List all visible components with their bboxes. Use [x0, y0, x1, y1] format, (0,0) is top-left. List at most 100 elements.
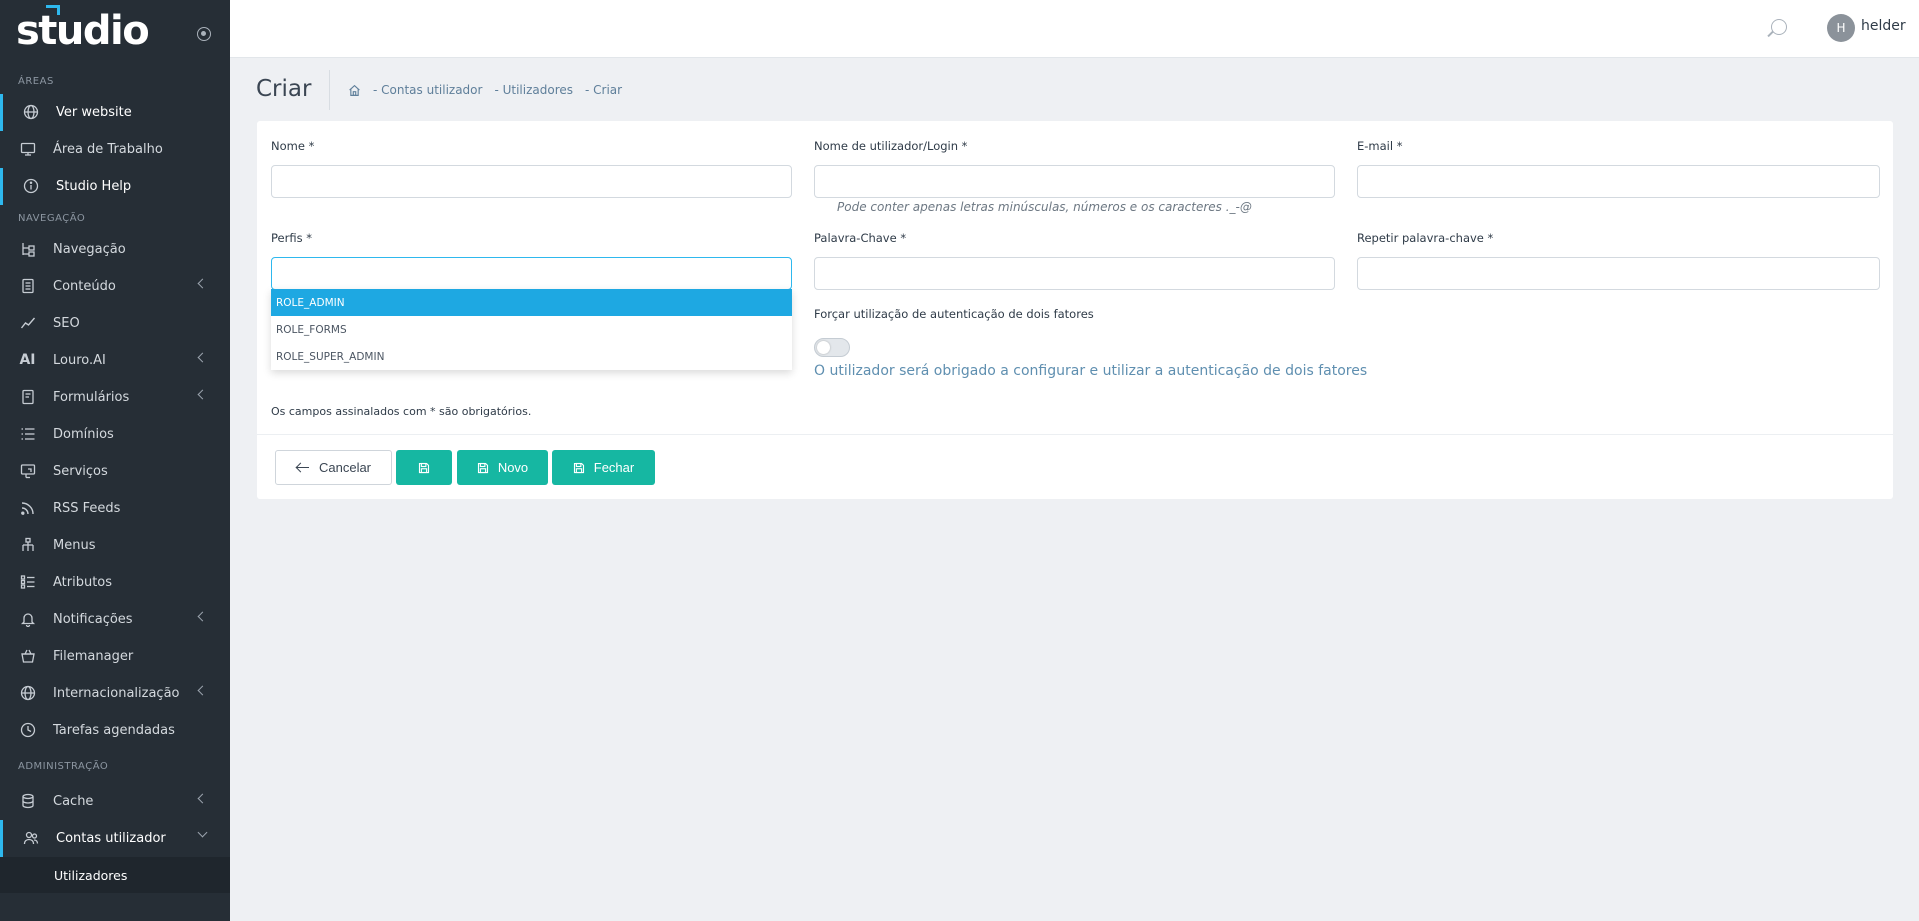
sidebar-toggle-icon[interactable]: [197, 27, 211, 41]
sidebar-item-area-de-trabalho[interactable]: Área de Trabalho: [0, 131, 230, 168]
services-icon: [19, 463, 36, 480]
save-button[interactable]: [396, 450, 452, 485]
sidebar-item-servicos[interactable]: Serviços: [0, 453, 230, 490]
breadcrumb: - Contas utilizador - Utilizadores - Cri…: [348, 83, 634, 97]
document-icon: [19, 278, 36, 295]
breadcrumb-item-contas-utilizador[interactable]: - Contas utilizador: [373, 83, 482, 97]
login-field[interactable]: [814, 165, 1335, 198]
sidebar-item-dominios[interactable]: Domínios: [0, 416, 230, 453]
brand-logo[interactable]: studio: [16, 8, 150, 54]
profiles-dropdown: ROLE_ADMIN ROLE_FORMS ROLE_SUPER_ADMIN: [271, 289, 792, 370]
profile-option-role-admin[interactable]: ROLE_ADMIN: [271, 289, 792, 316]
email-label: E-mail *: [1357, 139, 1403, 153]
rss-icon: [19, 500, 36, 517]
cancel-button[interactable]: Cancelar: [275, 450, 392, 485]
sidebar-item-filemanager[interactable]: Filemanager: [0, 638, 230, 675]
basket-icon: [19, 648, 36, 665]
sidebar-item-notificacoes[interactable]: Notificações: [0, 601, 230, 638]
list-icon: [19, 426, 36, 443]
sidebar-item-label: Atributos: [53, 575, 113, 590]
sidebar-item-label: Cache: [53, 794, 94, 809]
profile-option-role-forms[interactable]: ROLE_FORMS: [271, 316, 792, 343]
chevron-left-icon: [197, 611, 208, 622]
sidebar-item-seo[interactable]: SEO: [0, 305, 230, 342]
create-user-form: Nome * Nome de utilizador/Login * Pode c…: [257, 121, 1893, 499]
email-field[interactable]: [1357, 165, 1880, 198]
sidebar-item-studio-help[interactable]: Studio Help: [0, 168, 230, 205]
save-icon: [418, 462, 430, 474]
sidebar-item-label: Louro.AI: [53, 353, 106, 368]
sidebar-item-atributos[interactable]: Atributos: [0, 564, 230, 601]
sidebar-item-contas-utilizador[interactable]: Contas utilizador: [0, 820, 230, 857]
title-divider: [329, 70, 330, 110]
login-label: Nome de utilizador/Login *: [814, 139, 968, 153]
card-divider: [257, 434, 1893, 435]
sidebar-item-ver-website[interactable]: Ver website: [0, 94, 230, 131]
sidebar-item-menus[interactable]: Menus: [0, 527, 230, 564]
sitemap-icon: [19, 537, 36, 554]
two-factor-label: Forçar utilização de autenticação de doi…: [814, 307, 1094, 321]
topbar: H helder: [230, 0, 1919, 58]
search-icon[interactable]: [1771, 19, 1787, 35]
chevron-down-icon: [197, 827, 208, 838]
sidebar-item-label: Conteúdo: [53, 279, 116, 294]
sidebar-subitem-utilizadores[interactable]: Utilizadores: [0, 857, 230, 893]
chevron-left-icon: [197, 278, 208, 289]
sidebar-item-label: Filemanager: [53, 649, 134, 664]
two-factor-toggle[interactable]: [814, 338, 850, 357]
sidebar-item-tarefas-agendadas[interactable]: Tarefas agendadas: [0, 712, 230, 749]
hierarchy-icon: [19, 241, 36, 258]
profiles-select[interactable]: [271, 257, 792, 290]
profile-option-role-super-admin[interactable]: ROLE_SUPER_ADMIN: [271, 343, 792, 370]
name-field[interactable]: [271, 165, 792, 198]
sidebar-item-label: Tarefas agendadas: [53, 723, 175, 738]
login-hint: Pode conter apenas letras minúsculas, nú…: [837, 200, 1252, 214]
breadcrumb-item-utilizadores[interactable]: - Utilizadores: [494, 83, 573, 97]
section-label-navigation: NAVEGAÇÃO: [18, 212, 86, 224]
form-icon: [19, 389, 36, 406]
name-label: Nome *: [271, 139, 315, 153]
brand: studio: [0, 0, 230, 68]
required-fields-note: Os campos assinalados com * são obrigató…: [271, 405, 532, 418]
sidebar-item-label: Serviços: [53, 464, 108, 479]
chevron-left-icon: [197, 389, 208, 400]
chevron-left-icon: [197, 685, 208, 696]
repeat-password-field[interactable]: [1357, 257, 1880, 290]
database-icon: [19, 793, 36, 810]
save-and-new-button[interactable]: Novo: [457, 450, 548, 485]
sidebar-item-label: Notificações: [53, 612, 133, 627]
sidebar-item-formularios[interactable]: Formulários: [0, 379, 230, 416]
two-factor-description: O utilizador será obrigado a configurar …: [814, 363, 1368, 379]
section-label-areas: ÁREAS: [18, 75, 54, 87]
sidebar-item-label: Menus: [53, 538, 96, 553]
home-icon[interactable]: [348, 84, 361, 97]
avatar[interactable]: H: [1827, 14, 1855, 42]
sidebar-item-louro-ai[interactable]: AI Louro.AI: [0, 342, 230, 379]
sidebar-item-cache[interactable]: Cache: [0, 783, 230, 820]
username[interactable]: helder: [1861, 18, 1906, 34]
sidebar-item-label: Domínios: [53, 427, 114, 442]
section-label-administration: ADMINISTRAÇÃO: [18, 760, 109, 772]
info-icon: [22, 178, 39, 195]
password-field[interactable]: [814, 257, 1335, 290]
sidebar-item-label: Contas utilizador: [56, 831, 166, 846]
sidebar-item-label: RSS Feeds: [53, 501, 121, 516]
save-and-new-label: Novo: [497, 460, 529, 475]
globe-icon: [22, 104, 39, 121]
save-and-close-button[interactable]: Fechar: [552, 450, 655, 485]
breadcrumb-item-criar: - Criar: [585, 83, 623, 97]
arrow-left-icon: [296, 463, 310, 473]
users-icon: [22, 830, 39, 847]
password-label: Palavra-Chave *: [814, 231, 907, 245]
sidebar-item-conteudo[interactable]: Conteúdo: [0, 268, 230, 305]
bell-icon: [19, 611, 36, 628]
chevron-left-icon: [197, 793, 208, 804]
sidebar-item-navegacao[interactable]: Navegação: [0, 231, 230, 268]
monitor-icon: [19, 141, 36, 158]
sidebar: studio ÁREAS Ver website Área de Trabalh…: [0, 0, 230, 921]
chevron-left-icon: [197, 352, 208, 363]
cancel-button-label: Cancelar: [318, 460, 372, 475]
save-icon: [573, 462, 585, 474]
sidebar-item-rss-feeds[interactable]: RSS Feeds: [0, 490, 230, 527]
sidebar-item-internacionalizacao[interactable]: Internacionalização: [0, 675, 230, 712]
